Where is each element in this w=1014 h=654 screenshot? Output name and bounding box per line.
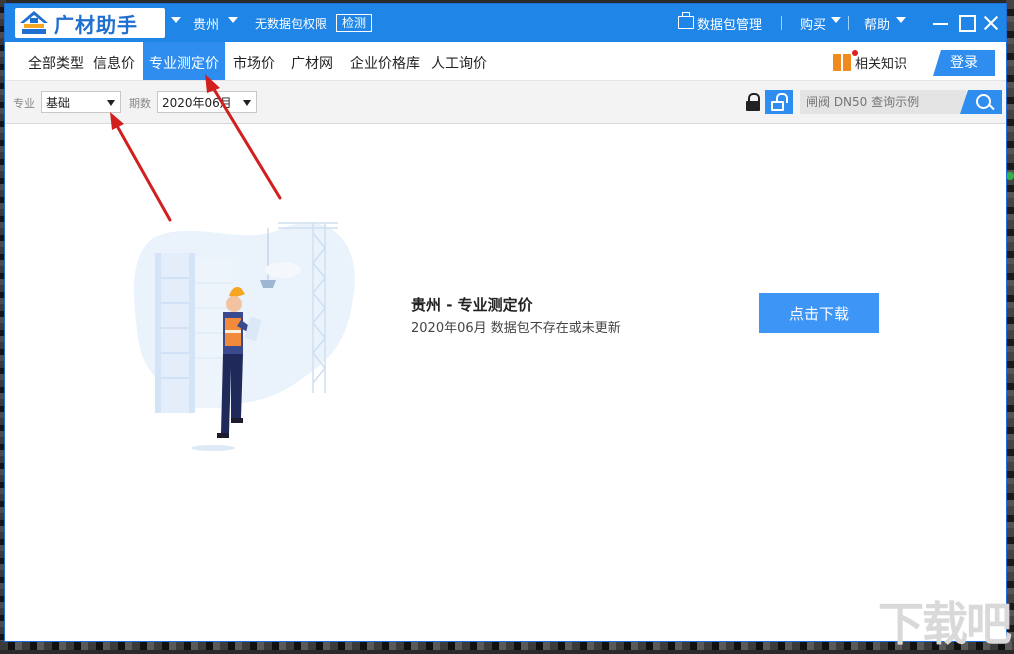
lock-icon[interactable] — [745, 93, 761, 111]
tab-enterprise-library[interactable]: 企业价格库 — [345, 42, 425, 80]
knowledge-label: 相关知识 — [855, 57, 908, 72]
caret-down-icon[interactable] — [171, 17, 181, 23]
major-label: 专业 — [13, 97, 35, 110]
filter-bar: 专业 基础 期数 2020年06月 — [5, 81, 1006, 124]
login-button[interactable]: 登录 — [933, 50, 995, 76]
caret-down-icon — [896, 17, 906, 23]
divider — [781, 16, 782, 30]
notification-dot — [852, 50, 858, 56]
caret-down-icon[interactable] — [228, 17, 238, 23]
main-content: 贵州 - 专业测定价 2020年06月 数据包不存在或未更新 点击下载 — [5, 124, 1006, 641]
buy-menu[interactable]: 购买 — [800, 14, 826, 33]
tab-market-price[interactable]: 市场价 — [229, 42, 279, 80]
construction-worker-illustration — [133, 222, 355, 451]
desktop-status-dot — [1006, 172, 1014, 180]
knowledge-link[interactable]: 相关知识 — [833, 53, 907, 72]
unlock-button[interactable] — [765, 90, 793, 114]
package-manage-button[interactable]: 数据包管理 — [697, 14, 762, 33]
period-value: 2020年06月 — [162, 96, 232, 110]
divider — [848, 16, 849, 30]
desktop-background-right — [1006, 0, 1014, 650]
search-input[interactable] — [800, 90, 966, 114]
site-watermark: 下载吧 — [878, 597, 1012, 651]
package-status-text: 2020年06月 数据包不存在或未更新 — [411, 321, 621, 336]
tab-info-price[interactable]: 信息价 — [89, 42, 139, 80]
title-bar: 广材助手 贵州 无数据包权限 检测 数据包管理 购买 帮助 — [5, 4, 1006, 42]
tab-professional-price[interactable]: 专业测定价 — [143, 42, 225, 80]
major-value: 基础 — [46, 96, 71, 110]
package-title: 贵州 - 专业测定价 — [411, 296, 533, 314]
book-icon — [833, 54, 851, 71]
permission-status: 无数据包权限 — [255, 17, 328, 31]
help-menu[interactable]: 帮助 — [864, 14, 890, 33]
maximize-button[interactable] — [955, 12, 977, 34]
tab-all-types[interactable]: 全部类型 — [15, 42, 97, 80]
minimize-button[interactable] — [929, 12, 951, 34]
close-button[interactable] — [980, 12, 1002, 34]
tab-manual-inquiry[interactable]: 人工询价 — [429, 42, 489, 80]
category-tabs: 全部类型 信息价 专业测定价 市场价 广材网 企业价格库 人工询价 相关知识 登… — [5, 42, 1006, 81]
app-logo: 广材助手 — [15, 8, 165, 38]
detect-button[interactable]: 检测 — [336, 14, 373, 32]
download-button[interactable]: 点击下载 — [759, 293, 879, 333]
minimize-icon — [933, 23, 948, 25]
period-select[interactable]: 2020年06月 — [157, 91, 257, 113]
app-window: 广材助手 贵州 无数据包权限 检测 数据包管理 购买 帮助 全部类型 信息价 专… — [5, 4, 1006, 641]
logo-icon — [18, 10, 50, 36]
major-select[interactable]: 基础 — [41, 91, 121, 113]
app-title: 广材助手 — [54, 12, 138, 37]
chevron-down-icon — [107, 100, 115, 106]
tab-gcw[interactable]: 广材网 — [287, 42, 337, 80]
package-icon — [678, 12, 694, 29]
period-label: 期数 — [129, 97, 151, 110]
search-icon — [976, 94, 991, 109]
region-selector[interactable]: 贵州 — [193, 14, 219, 33]
search-button[interactable] — [960, 90, 1002, 114]
maximize-icon — [959, 15, 976, 32]
desktop-background-bottom — [0, 641, 1014, 650]
caret-down-icon — [831, 17, 841, 23]
chevron-down-icon — [243, 100, 251, 106]
